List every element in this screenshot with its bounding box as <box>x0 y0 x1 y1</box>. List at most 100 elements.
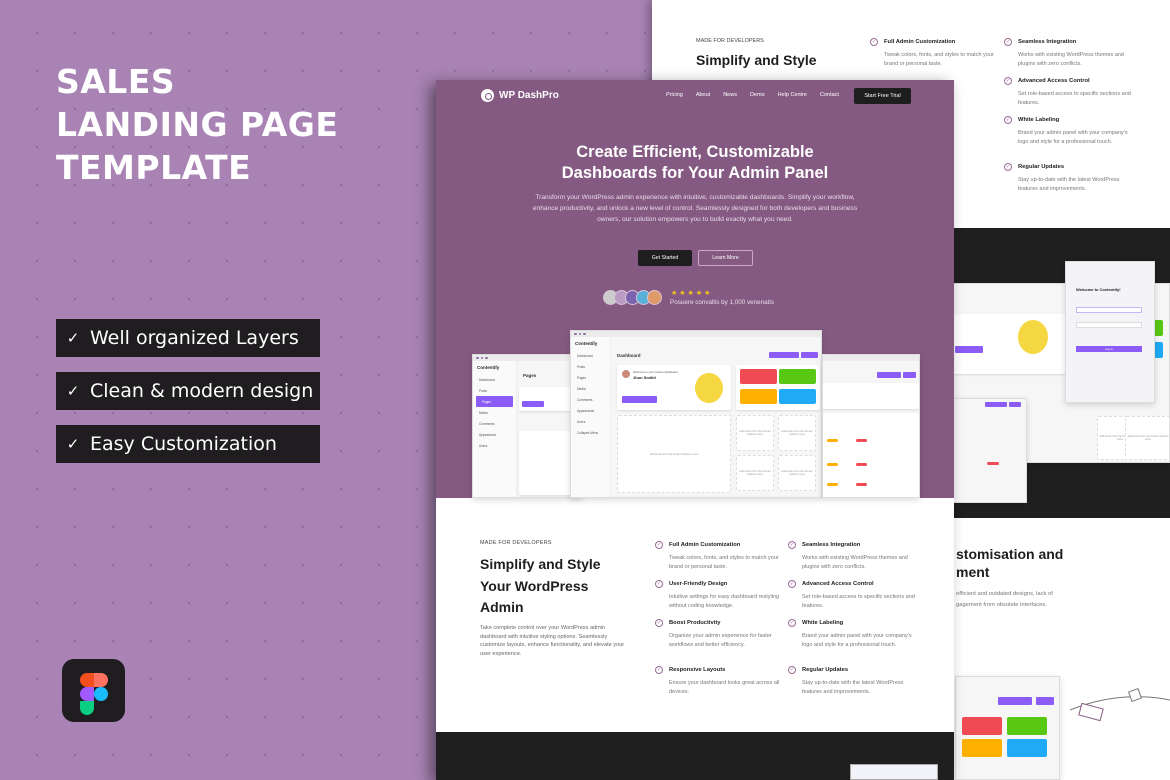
promo-feature-tag: ✓ Well organized Layers <box>56 319 320 357</box>
avatar <box>647 290 662 305</box>
get-started-button[interactable]: Get Started <box>638 250 692 266</box>
nav-help-centre[interactable]: Help Centre <box>778 92 807 98</box>
floating-dashboard-mockup <box>955 676 1060 780</box>
feature-title: Responsive Layouts <box>669 667 726 673</box>
nav-pricing[interactable]: Pricing <box>666 92 683 98</box>
feature-text: Stay up-to-date with the latest WordPres… <box>1018 177 1120 192</box>
feature-title: Seamless Integration <box>1018 39 1077 45</box>
check-circle-icon: ✓ <box>788 541 796 549</box>
feature-title: Advanced Access Control <box>802 581 874 587</box>
check-circle-icon: ✓ <box>788 619 796 627</box>
section-title: Simplify and Style <box>696 52 817 68</box>
empty-widget: Add boxes from the Screen Options menu <box>778 415 816 451</box>
feature-text: Ensure your dashboard looks great across… <box>669 680 780 695</box>
feature-text: Brand your admin panel with your company… <box>1018 130 1128 145</box>
feature-text: Organize your admin experience for faste… <box>669 633 772 648</box>
username-input[interactable] <box>1076 307 1142 313</box>
section-label: MADE FOR DEVELOPERS <box>696 38 764 44</box>
mockup-app-name: Contentify <box>477 365 500 370</box>
check-icon: ✓ <box>66 435 80 453</box>
mockup-dashboard-title: Dashboard <box>617 353 641 358</box>
check-circle-icon: ✓ <box>1004 116 1012 124</box>
feature-text: Stay up-to-date with the latest WordPres… <box>802 680 904 695</box>
feature-text: Set role-based access to specific sectio… <box>1018 91 1131 106</box>
rating-stars: ★★★★★ <box>671 290 713 297</box>
logo-icon <box>481 89 494 102</box>
promo-feature-tag: ✓ Easy Customization <box>56 425 320 463</box>
tag-shape <box>1078 702 1104 722</box>
feature-text: Intuitive settings for easy dashboard re… <box>669 594 780 609</box>
feature-title: Full Admin Customization <box>884 39 956 45</box>
check-circle-icon: ✓ <box>655 541 663 549</box>
rating-text: Posuere convallis by 1,000 venenatis <box>670 299 774 306</box>
nav-news[interactable]: News <box>723 92 737 98</box>
feature-title: Seamless Integration <box>802 542 861 548</box>
back-page-dark-section: Add boxes from the Screen Options menu A… <box>952 228 1170 518</box>
feature-item: ✓ Seamless Integration Works with existing… <box>1004 38 1138 68</box>
lightbulb-illustration <box>1018 320 1048 354</box>
dashboard-mockup: Contentify Dashboard Posts Pages Media C… <box>570 330 822 498</box>
feature-item: ✓ User-Friendly Design Intuitive settings … <box>655 580 789 610</box>
promo-feature-label: Easy Customization <box>90 433 277 455</box>
learn-more-button[interactable]: Learn More <box>698 250 753 266</box>
login-button[interactable]: Log in <box>1076 346 1142 352</box>
start-free-trial-button[interactable]: Start Free Trial <box>854 88 911 104</box>
feature-title: Advanced Access Control <box>1018 78 1090 84</box>
feature-title: White Labeling <box>1018 117 1060 123</box>
feature-text: Tweak colors, fonts, and styles to match… <box>884 52 994 67</box>
welcome-card: Welcome to your custom dashboard Jhon Sm… <box>617 365 731 410</box>
pages-mockup: Contentify Dashboard Posts Pages Media C… <box>472 354 582 498</box>
login-title: Welcome to Contentify! <box>1076 287 1121 292</box>
feature-title: Regular Updates <box>802 667 849 673</box>
feature-text: Works with existing WordPress themes and… <box>1018 52 1124 67</box>
section-label: MADE FOR DEVELOPERS <box>480 540 552 546</box>
feature-text: Set role-based access to specific sectio… <box>802 594 915 609</box>
lightbulb-illustration <box>695 373 723 403</box>
hero-description: Transform your WordPress admin experienc… <box>532 194 858 223</box>
decorative-curve <box>1069 687 1170 722</box>
nav-contact[interactable]: Contact <box>820 92 839 98</box>
promo-feature-label: Well organized Layers <box>90 327 299 349</box>
feature-item: ✓ Responsive Layouts Ensure your dashboard… <box>655 666 789 696</box>
mockup-pages-title: Pages <box>523 373 537 378</box>
promo-title-line: SALES <box>56 62 176 101</box>
feature-item: ✓ Advanced Access Control Set role-based a… <box>1004 77 1138 107</box>
feature-item: ✓ Regular Updates Stay up-to-date with the… <box>1004 163 1138 193</box>
main-nav: Pricing About News Demo Help Centre Cont… <box>666 92 852 98</box>
back-pages-mockup <box>952 398 1027 503</box>
check-circle-icon: ✓ <box>788 666 796 674</box>
empty-widget: Add boxes from the Screen Options menu <box>617 415 731 493</box>
feature-text: Works with existing WordPress themes and… <box>802 555 908 570</box>
avatar-group <box>603 290 662 305</box>
landing-page-preview: WP DashPro Pricing About News Demo Help … <box>436 80 954 780</box>
feature-title: White Labeling <box>802 620 844 626</box>
promo-feature-tag: ✓ Clean & modern design <box>56 372 320 410</box>
check-icon: ✓ <box>66 329 80 347</box>
site-logo[interactable]: WP DashPro <box>481 89 559 102</box>
feature-item: ✓ Seamless Integration Works with existing… <box>788 541 922 571</box>
feature-item: ✓ Full Admin Customization Tweak colors, f… <box>870 38 1004 68</box>
check-circle-icon: ✓ <box>655 580 663 588</box>
password-input[interactable] <box>1076 322 1142 328</box>
nav-about[interactable]: About <box>696 92 710 98</box>
hero-section: WP DashPro Pricing About News Demo Help … <box>436 80 954 498</box>
nav-demo[interactable]: Demo <box>750 92 765 98</box>
tag-shape-small <box>1127 687 1143 703</box>
posts-mockup <box>822 354 920 498</box>
feature-item: ✓ White Labeling Brand your admin panel wi… <box>1004 116 1138 146</box>
check-circle-icon: ✓ <box>655 666 663 674</box>
login-modal: Welcome to Contentify! Log in <box>1065 261 1155 403</box>
promo-title-line: LANDING PAGE <box>56 105 339 144</box>
customisation-text: efficient and outdated designs, lack of g… <box>956 591 1053 608</box>
dark-footer-section <box>436 732 954 780</box>
empty-widget: Add boxes from the Screen Options menu <box>736 415 774 451</box>
section-title: Simplify and Style Your WordPress Admin <box>480 556 601 615</box>
feature-title: Regular Updates <box>1018 164 1065 170</box>
feature-item: ✓ Full Admin Customization Tweak colors, f… <box>655 541 789 571</box>
promo-title: SALES LANDING PAGE TEMPLATE <box>56 60 338 189</box>
screen-options-button <box>769 352 799 358</box>
empty-widget: Add boxes from the Screen Options menu <box>736 455 774 491</box>
promo-title-line: TEMPLATE <box>56 148 252 187</box>
check-circle-icon: ✓ <box>1004 77 1012 85</box>
feature-title: Boost Productivity <box>669 620 721 626</box>
